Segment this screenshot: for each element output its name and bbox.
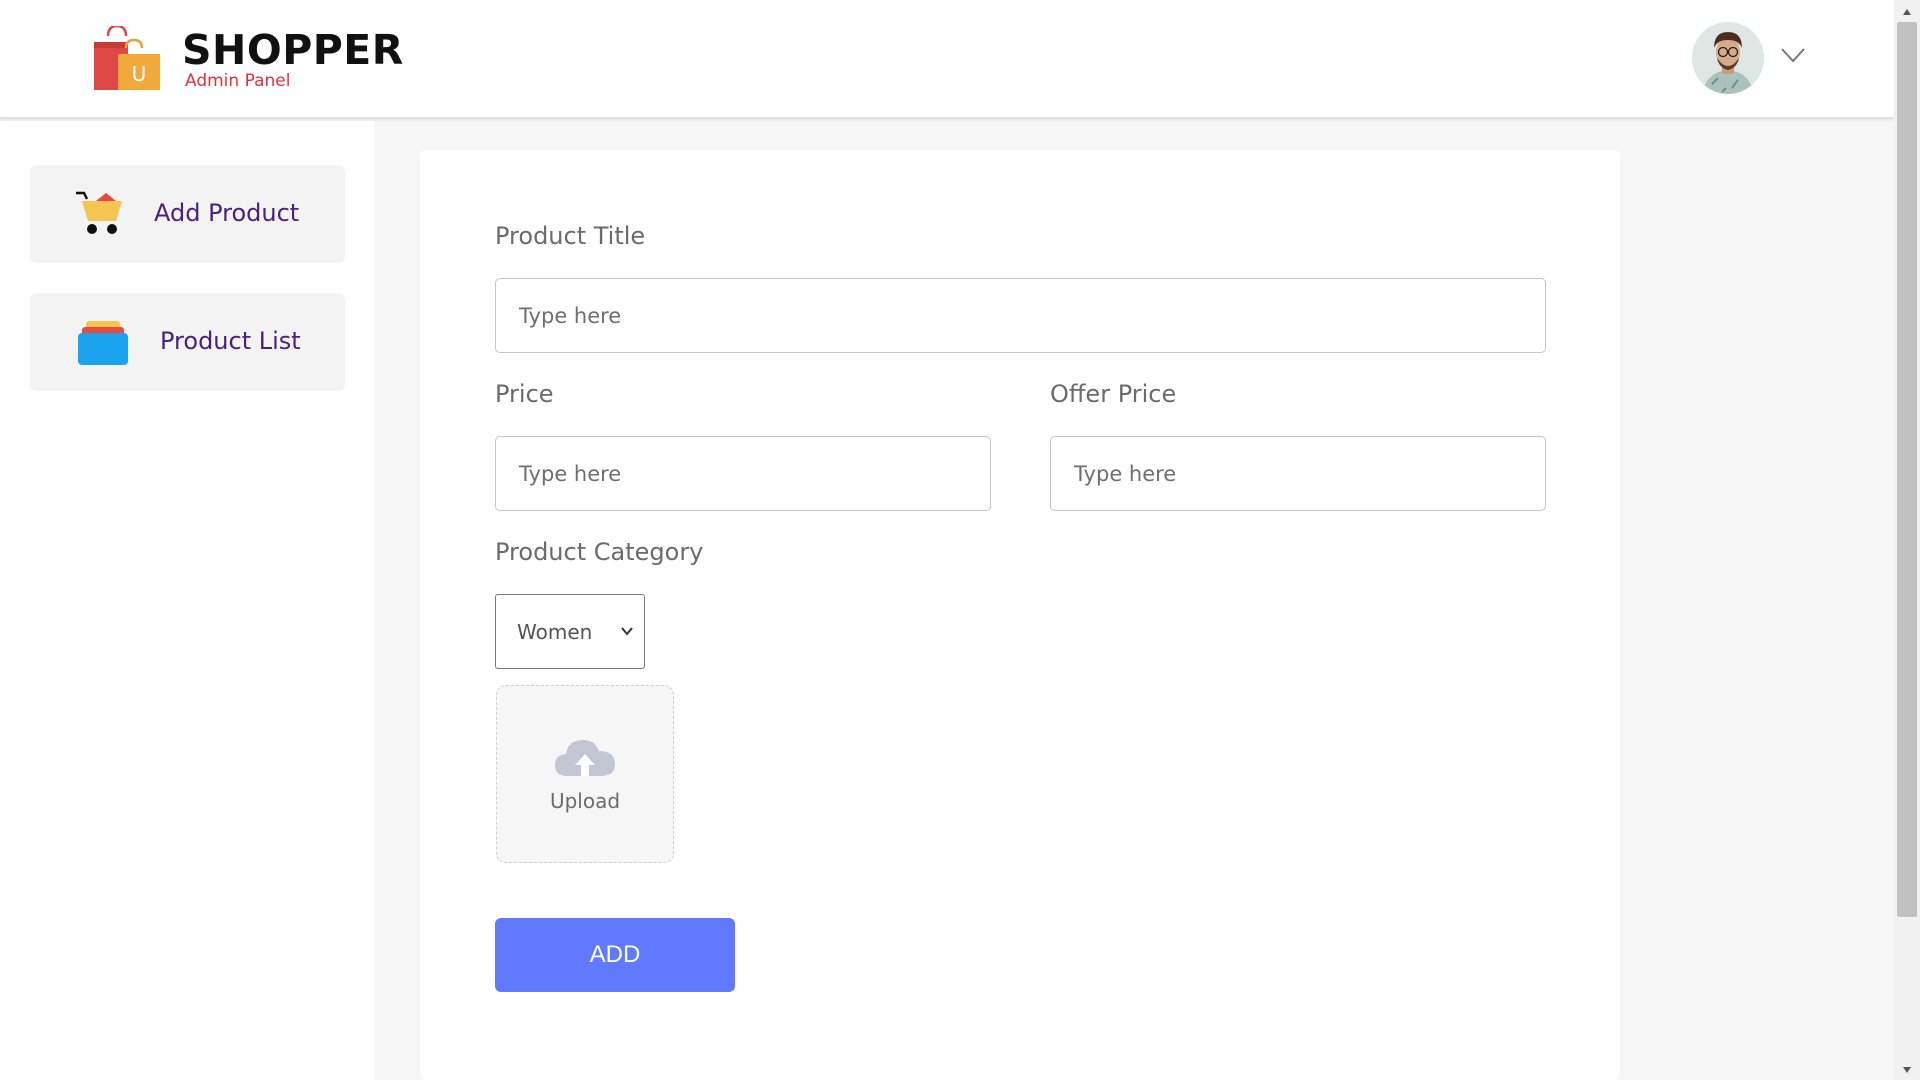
cart-icon [76,191,122,234]
scrollbar-thumb[interactable] [1897,22,1917,917]
upload-label: Upload [549,789,621,813]
category-selected-value: Women [517,620,593,644]
sidebar-item-product-list[interactable]: Product List [30,293,345,391]
add-product-form: Product Title Price Offer Price Product … [420,150,1620,1080]
avatar-image [1692,22,1764,94]
add-button[interactable]: ADD [495,918,735,992]
page-scrollbar[interactable] [1894,0,1920,1080]
chevron-down-icon[interactable] [1780,46,1806,64]
image-upload-area[interactable]: Upload [496,685,674,863]
scroll-down-arrow-icon[interactable] [1902,1066,1912,1074]
sidebar: Add Product Product List [0,121,375,1080]
top-header: U SHOPPER Admin Panel [0,0,1894,119]
shopping-bags-icon: U [94,26,160,90]
sidebar-item-label: Product List [160,327,301,355]
brand-subtitle: Admin Panel [185,71,291,91]
user-avatar[interactable] [1692,22,1764,94]
price-label: Price [495,380,554,408]
cloud-upload-icon [555,740,615,776]
price-input[interactable] [495,436,991,511]
scroll-up-arrow-icon[interactable] [1902,8,1912,16]
chevron-down-icon [621,627,633,636]
sidebar-item-label: Add Product [154,199,300,227]
product-category-label: Product Category [495,538,704,566]
offer-price-label: Offer Price [1050,380,1177,408]
svg-text:U: U [132,62,147,86]
stacked-cards-icon [78,321,128,365]
offer-price-input[interactable] [1050,436,1546,511]
category-select[interactable]: Women [495,594,645,669]
sidebar-item-add-product[interactable]: Add Product [30,165,345,263]
product-title-input[interactable] [495,278,1546,353]
product-title-label: Product Title [495,222,646,250]
brand-name: SHOPPER [182,26,404,74]
